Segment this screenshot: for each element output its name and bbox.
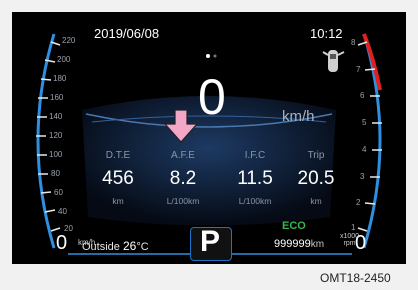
speed-tick-label: 40 [58,207,67,216]
page-dot-active [206,54,210,58]
trip-value-afe: 8.2 [169,168,197,189]
speed-tick-label: 160 [50,93,64,102]
trip-label-dte: D.T.E [105,150,131,161]
odometer-unit: km [310,239,325,250]
speed-tick-label: 200 [57,55,71,64]
outside-temp-unit: °C [136,241,149,253]
speedometer-arc [36,33,56,249]
rpm-tick-label: 1 [351,223,356,232]
rpm-tick-label: 7 [356,65,361,74]
speed-tick-label: 180 [53,74,67,83]
date-display: 2019/06/08 [94,26,160,41]
rpm-unit-multiplier: x1000 [340,233,360,240]
page-dot [213,54,217,58]
trip-unit-afe: L/100km [166,196,200,206]
rpm-tick-label: 4 [362,145,367,154]
trip-label-trip: Trip [307,150,325,161]
speed-tick-label: 120 [49,131,63,140]
outside-temperature: Outside 26°C [82,239,149,253]
eco-mode-indicator: ECO [282,220,306,232]
trip-label-afe: A.F.E [171,150,195,161]
rpm-tick-label: 5 [362,118,367,127]
rpm-tick-label: 8 [351,38,356,47]
speed-tick-label: 100 [49,150,63,159]
rpm-tick-label: 3 [360,172,365,181]
speed-tick-label: 80 [51,169,60,178]
current-speed: 0 [198,69,226,125]
door-open-icon [322,50,345,72]
rpm-tick-label: 2 [356,198,361,207]
gear-indicator: P [200,225,221,258]
clock-display: 10:12 [310,26,343,41]
speed-zero-label: 0 [56,232,68,254]
tachometer-arc [362,33,382,249]
trip-unit-trip: km [310,196,322,206]
outside-temp-label: Outside [82,241,120,253]
rpm-unit: x1000 rpm [340,233,359,247]
instrument-cluster: 2019/06/08 10:12 0 km/h D.T.E A.F.E I.F.… [12,12,406,264]
odometer-value: 999999 [274,238,311,250]
rpm-tick-label: 6 [360,91,365,100]
rpm-unit-label: rpm [343,240,356,247]
tachometer-major-ticks [357,41,382,232]
trip-value-trip: 20.5 [297,168,335,189]
speed-tick-label: 220 [62,36,76,45]
trip-label-ifc: I.F.C [244,150,266,161]
speed-unit: km/h [282,108,315,125]
speed-tick-label: 140 [49,112,63,121]
speed-tick-label: 60 [54,188,63,197]
outside-temp-value: 26 [122,239,137,253]
odometer: 999999km [274,238,324,250]
figure-code: OMT18-2450 [320,271,391,285]
